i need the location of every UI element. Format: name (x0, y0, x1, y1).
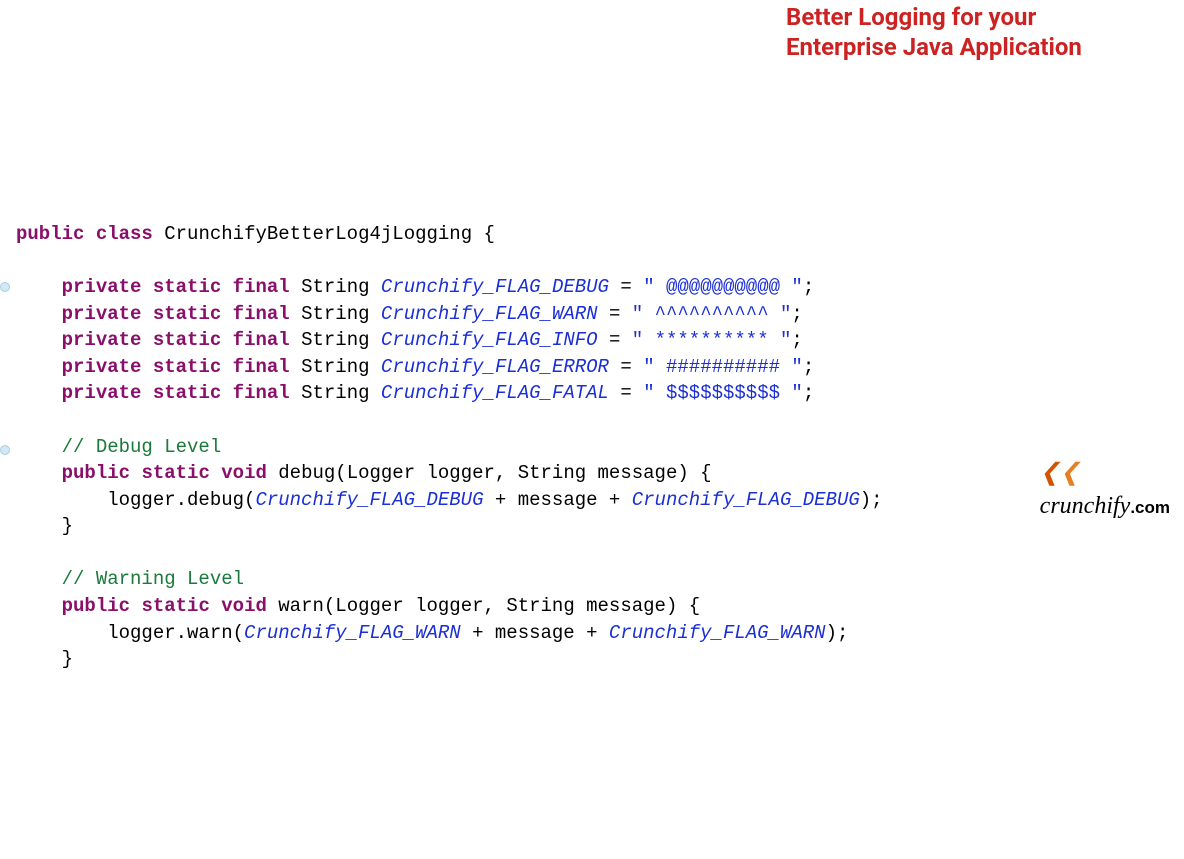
keyword-static: static (141, 462, 209, 484)
equals: = (609, 356, 643, 378)
comment-debug: // Debug Level (62, 436, 222, 458)
gutter-marker (0, 282, 10, 292)
keyword-private: private (62, 356, 142, 378)
chevron-icon: ❮ (1060, 460, 1080, 486)
keyword-static: static (153, 303, 221, 325)
field-error: Crunchify_FLAG_ERROR (381, 356, 609, 378)
headline-line2: Enterprise Java Application (786, 33, 1082, 61)
field-warn: Crunchify_FLAG_WARN (381, 303, 598, 325)
type-string: String (301, 303, 369, 325)
field-info: Crunchify_FLAG_INFO (381, 329, 598, 351)
keyword-public: public (62, 462, 130, 484)
chevron-icon: ❮ (1040, 460, 1060, 486)
semicolon: ; (803, 356, 814, 378)
keyword-private: private (62, 382, 142, 404)
keyword-void: void (221, 595, 267, 617)
brace-close: } (62, 648, 73, 670)
semicolon: ; (803, 382, 814, 404)
string-literal: " @@@@@@@@@@ " (643, 276, 803, 298)
equals: = (609, 382, 643, 404)
keyword-static: static (141, 595, 209, 617)
semicolon: ; (803, 276, 814, 298)
gutter-marker (0, 445, 10, 455)
type-string: String (301, 276, 369, 298)
keyword-final: final (233, 303, 290, 325)
keyword-final: final (233, 382, 290, 404)
equals: = (598, 329, 632, 351)
body-prefix: logger.warn( (16, 622, 244, 644)
type-string: String (301, 329, 369, 351)
string-literal: " ********** " (632, 329, 792, 351)
code-block: public class CrunchifyBetterLog4jLogging… (16, 221, 1168, 673)
field-debug-ref: Crunchify_FLAG_DEBUG (255, 489, 483, 511)
watermark-suffix: .com (1130, 498, 1170, 517)
plus-message: + message + (484, 489, 632, 511)
type-string: String (301, 382, 369, 404)
keyword-static: static (153, 276, 221, 298)
keyword-private: private (62, 303, 142, 325)
field-fatal: Crunchify_FLAG_FATAL (381, 382, 609, 404)
keyword-final: final (233, 276, 290, 298)
keyword-final: final (233, 356, 290, 378)
brace-open: { (484, 223, 495, 245)
field-warn-ref: Crunchify_FLAG_WARN (609, 622, 826, 644)
keyword-static: static (153, 382, 221, 404)
keyword-static: static (153, 356, 221, 378)
keyword-private: private (62, 276, 142, 298)
body-prefix: logger.debug( (16, 489, 255, 511)
keyword-class: class (96, 223, 153, 245)
string-literal: " ########## " (643, 356, 803, 378)
keyword-public: public (62, 595, 130, 617)
watermark-name: crunchify (1040, 493, 1131, 519)
class-name: CrunchifyBetterLog4jLogging (164, 223, 472, 245)
semicolon: ; (791, 303, 802, 325)
field-debug-ref: Crunchify_FLAG_DEBUG (632, 489, 860, 511)
plus-message: + message + (461, 622, 609, 644)
keyword-static: static (153, 329, 221, 351)
type-string: String (301, 356, 369, 378)
headline-line1: Better Logging for your (786, 3, 1036, 31)
method-sig-debug: debug(Logger logger, String message) { (278, 462, 711, 484)
equals: = (609, 276, 643, 298)
keyword-public: public (16, 223, 84, 245)
keyword-private: private (62, 329, 142, 351)
editor-gutter (0, 0, 6, 530)
semicolon: ; (791, 329, 802, 351)
field-debug: Crunchify_FLAG_DEBUG (381, 276, 609, 298)
string-literal: " $$$$$$$$$$ " (643, 382, 803, 404)
string-literal: " ^^^^^^^^^^ " (632, 303, 792, 325)
keyword-final: final (233, 329, 290, 351)
field-warn-ref: Crunchify_FLAG_WARN (244, 622, 461, 644)
brace-close: } (62, 515, 73, 537)
paren-semi: ); (860, 489, 883, 511)
method-sig-warn: warn(Logger logger, String message) { (278, 595, 700, 617)
comment-warn: // Warning Level (62, 568, 244, 590)
paren-semi: ); (826, 622, 849, 644)
keyword-void: void (221, 462, 267, 484)
watermark-logo: ❮❮ crunchify.com (1028, 423, 1170, 524)
headline-banner: Better Logging for your Enterprise Java … (786, 2, 1166, 62)
equals: = (598, 303, 632, 325)
